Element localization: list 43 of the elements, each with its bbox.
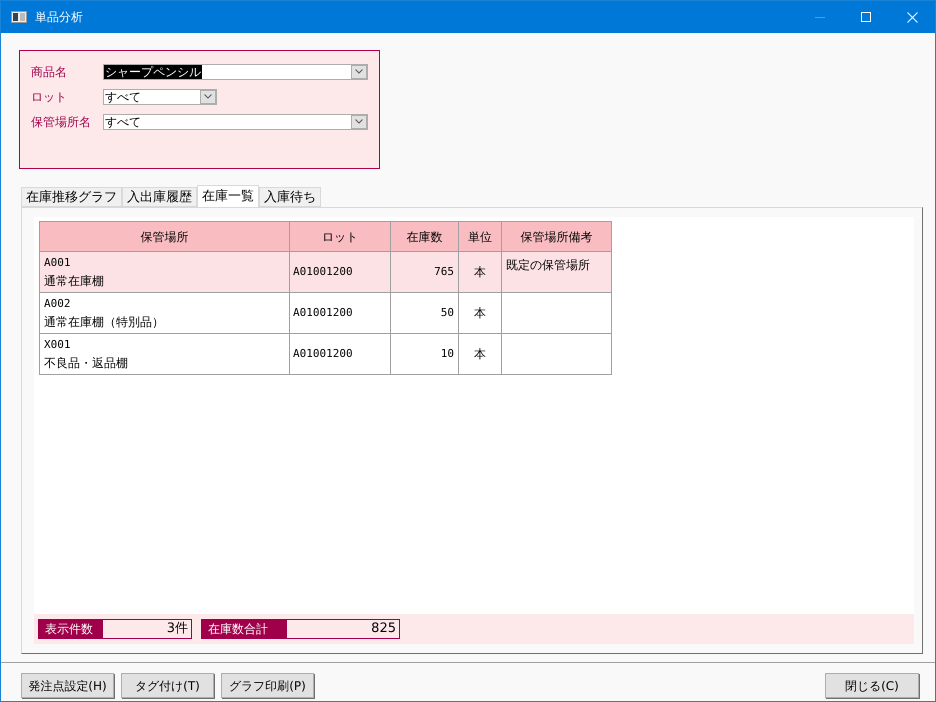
- table-cell: 本: [458, 334, 502, 374]
- table-cell: 既定の保管場所: [506, 258, 590, 272]
- column-header: 保管場所: [40, 222, 290, 252]
- table-cell: 本: [458, 292, 502, 334]
- column-header: ロット: [290, 222, 390, 252]
- tab[interactable]: 在庫推移グラフ: [21, 187, 122, 207]
- combo-box[interactable]: すべて: [103, 88, 217, 104]
- column-header: 保管場所備考: [502, 222, 612, 252]
- action-button[interactable]: 発注点設定(H): [21, 673, 114, 698]
- tab[interactable]: 在庫一覧: [197, 185, 259, 207]
- table-cell: 本: [458, 252, 502, 292]
- table-cell: 10: [390, 334, 458, 374]
- action-button[interactable]: タグ付け(T): [121, 673, 214, 698]
- table-cell-text: 通常在庫棚: [44, 273, 105, 290]
- filter-label: 保管場所名: [31, 114, 92, 130]
- filter-label: ロット: [31, 88, 68, 106]
- combo-value: シャープペンシル: [104, 64, 202, 78]
- app-icon: [11, 11, 27, 23]
- combo-box[interactable]: シャープペンシル: [103, 64, 368, 80]
- table-cell: A01001200: [290, 252, 390, 292]
- table-cell: 765: [390, 252, 458, 292]
- summary-label: 表示件数: [39, 620, 103, 638]
- action-button[interactable]: グラフ印刷(P): [221, 673, 314, 698]
- table-cell: A01001200: [290, 292, 390, 334]
- tab[interactable]: 入出庫履歴: [122, 187, 197, 207]
- tab[interactable]: 入庫待ち: [259, 187, 321, 207]
- table-cell-text: X001: [44, 337, 72, 353]
- combo-box[interactable]: すべて: [103, 114, 368, 130]
- action-button[interactable]: 閉じる(C): [825, 673, 919, 698]
- combo-value: すべて: [104, 90, 142, 104]
- window-title: 単品分析: [35, 9, 83, 26]
- table-cell-text: A001: [44, 255, 72, 271]
- summary-label: 在庫数合計: [202, 620, 287, 638]
- table-cell: A01001200: [290, 334, 390, 374]
- table-cell-text: 通常在庫棚（特別品）: [44, 314, 165, 331]
- filter-label: 商品名: [31, 64, 68, 80]
- table-cell: 50: [390, 292, 458, 334]
- table-cell-text: 不良品・返品棚: [44, 355, 129, 372]
- column-header: 単位: [458, 222, 502, 252]
- column-header: 在庫数: [390, 222, 458, 252]
- close-icon: [906, 12, 918, 22]
- combo-value: すべて: [104, 114, 142, 128]
- table-cell-text: A002: [44, 296, 72, 312]
